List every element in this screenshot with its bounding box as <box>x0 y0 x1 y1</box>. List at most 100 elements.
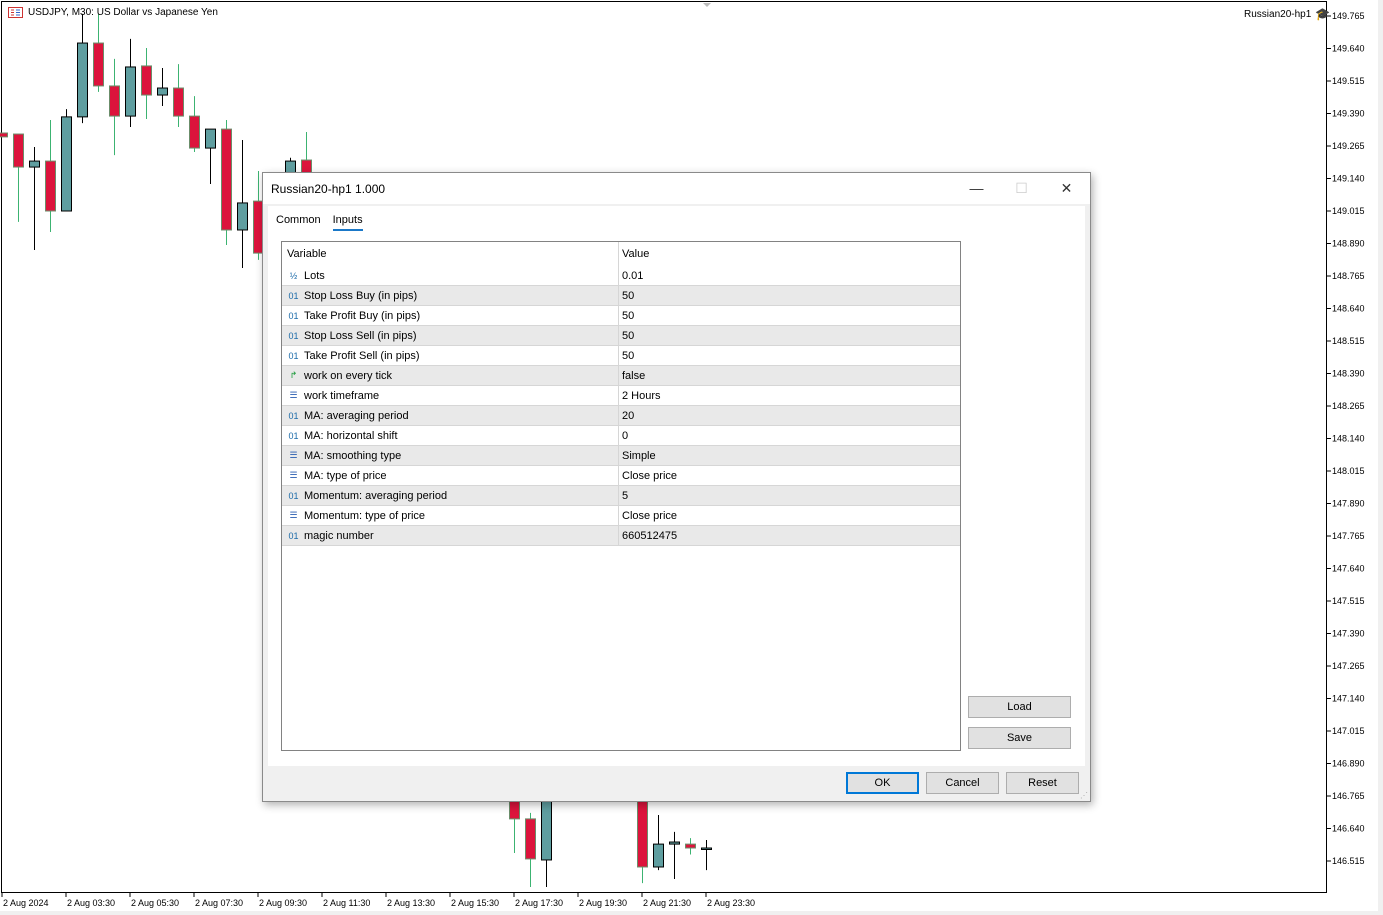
reset-button[interactable]: Reset <box>1006 772 1079 794</box>
value-cell[interactable]: Simple <box>619 450 656 462</box>
time-tick-label: 2 Aug 05:30 <box>131 898 179 908</box>
price-tick-label: 149.640 <box>1332 44 1365 54</box>
variable-name: MA: smoothing type <box>304 449 402 462</box>
table-row[interactable]: 01 MA: averaging period 20 <box>282 406 960 426</box>
int-type-icon: 01 <box>288 490 299 501</box>
price-tick-label: 146.515 <box>1332 856 1365 866</box>
value-cell[interactable]: Close price <box>619 470 677 482</box>
variable-cell: ☰ Momentum: type of price <box>282 506 619 525</box>
table-row[interactable]: ½ Lots 0.01 <box>282 266 960 286</box>
price-tick-label: 148.765 <box>1332 271 1365 281</box>
bull-candle <box>653 843 664 868</box>
ok-button[interactable]: OK <box>846 772 919 794</box>
price-tick-label: 147.765 <box>1332 531 1365 541</box>
chart-title: USDJPY, M30: US Dollar vs Japanese Yen <box>8 7 218 18</box>
column-header-value[interactable]: Value <box>619 248 649 260</box>
bull-candle <box>61 116 72 212</box>
table-row[interactable]: 01 Take Profit Buy (in pips) 50 <box>282 306 960 326</box>
chart-symbol-label: USDJPY, M30: US Dollar vs Japanese Yen <box>28 7 218 18</box>
time-tick-label: 2 Aug 19:30 <box>579 898 627 908</box>
scrollbar[interactable] <box>1378 0 1383 915</box>
tab-inputs[interactable]: Inputs <box>332 214 363 231</box>
price-tick-label: 148.265 <box>1332 401 1365 411</box>
price-tick-label: 149.765 <box>1332 11 1365 21</box>
variable-name: Momentum: averaging period <box>304 489 448 502</box>
value-cell[interactable]: 50 <box>619 290 634 302</box>
table-row[interactable]: 01 MA: horizontal shift 0 <box>282 426 960 446</box>
price-tick-label: 148.640 <box>1332 304 1365 314</box>
value-cell[interactable]: 50 <box>619 350 634 362</box>
bull-candle <box>669 841 680 845</box>
bear-candle <box>221 128 232 231</box>
table-row[interactable]: ☰ Momentum: type of price Close price <box>282 506 960 526</box>
bool-type-icon: ↱ <box>289 370 298 380</box>
table-row[interactable]: 01 magic number 660512475 <box>282 526 960 546</box>
variable-name: MA: horizontal shift <box>304 429 398 442</box>
save-button[interactable]: Save <box>968 727 1071 749</box>
maximize-button[interactable]: ☐ <box>999 173 1044 203</box>
price-tick-label: 147.890 <box>1332 499 1365 509</box>
time-tick-label: 2 Aug 23:30 <box>707 898 755 908</box>
price-tick-label: 146.890 <box>1332 759 1365 769</box>
price-tick-label: 148.515 <box>1332 336 1365 346</box>
variable-cell: 01 Take Profit Buy (in pips) <box>282 306 619 325</box>
variable-name: MA: averaging period <box>304 409 409 422</box>
variable-name: MA: type of price <box>304 469 387 482</box>
int-type-icon: 01 <box>288 430 299 441</box>
table-row[interactable]: 01 Stop Loss Sell (in pips) 50 <box>282 326 960 346</box>
variable-cell: 01 magic number <box>282 526 619 545</box>
int-type-icon: 01 <box>288 350 299 361</box>
table-row[interactable]: 01 Momentum: averaging period 5 <box>282 486 960 506</box>
bull-candle <box>205 128 216 149</box>
table-row[interactable]: ↱ work on every tick false <box>282 366 960 386</box>
table-row[interactable]: 01 Stop Loss Buy (in pips) 50 <box>282 286 960 306</box>
value-cell[interactable]: 0 <box>619 430 628 442</box>
dialog-titlebar[interactable]: Russian20-hp1 1.000 — ☐ ✕ <box>263 173 1090 204</box>
dialog-panel: Common Inputs Variable Value ½ Lots 0.01 01… <box>268 206 1085 766</box>
value-cell[interactable]: 2 Hours <box>619 390 661 402</box>
cancel-button[interactable]: Cancel <box>926 772 999 794</box>
bull-candle <box>237 202 248 231</box>
load-button[interactable]: Load <box>968 696 1071 718</box>
minimize-button[interactable]: — <box>954 173 999 203</box>
price-tick-label: 148.140 <box>1332 434 1365 444</box>
column-header-variable[interactable]: Variable <box>287 248 327 260</box>
int-type-icon: 01 <box>288 310 299 321</box>
ea-properties-dialog: Russian20-hp1 1.000 — ☐ ✕ Common Inputs … <box>262 172 1091 802</box>
bull-candle <box>125 66 136 117</box>
time-tick-label: 2 Aug 17:30 <box>515 898 563 908</box>
int-type-icon: 01 <box>288 330 299 341</box>
resize-grip-icon[interactable]: ⋰ <box>1080 791 1088 800</box>
expert-advisor-label[interactable]: Russian20-hp1 🎓 <box>1244 7 1330 21</box>
price-tick-label: 147.640 <box>1332 564 1365 574</box>
enum-type-icon: ☰ <box>289 470 298 480</box>
table-row[interactable]: ☰ MA: type of price Close price <box>282 466 960 486</box>
variable-cell: ☰ work timeframe <box>282 386 619 405</box>
time-tick-label: 2 Aug 09:30 <box>259 898 307 908</box>
time-tick-label: 2 Aug 07:30 <box>195 898 243 908</box>
price-tick-label: 146.765 <box>1332 791 1365 801</box>
table-row[interactable]: ☰ MA: smoothing type Simple <box>282 446 960 466</box>
table-row[interactable]: ☰ work timeframe 2 Hours <box>282 386 960 406</box>
value-cell[interactable]: 0.01 <box>619 270 643 282</box>
value-cell[interactable]: false <box>619 370 645 382</box>
variable-cell: 01 MA: averaging period <box>282 406 619 425</box>
chart-shift-marker-icon[interactable] <box>703 3 711 7</box>
value-cell[interactable]: 20 <box>619 410 634 422</box>
bull-candle <box>77 42 88 118</box>
close-button[interactable]: ✕ <box>1044 173 1089 203</box>
bottom-border <box>0 911 1383 915</box>
int-type-icon: 01 <box>288 410 299 421</box>
value-cell[interactable]: 50 <box>619 310 634 322</box>
tab-common[interactable]: Common <box>276 214 321 231</box>
table-row[interactable]: 01 Take Profit Sell (in pips) 50 <box>282 346 960 366</box>
bear-candle <box>525 818 536 860</box>
value-cell[interactable]: 660512475 <box>619 530 677 542</box>
value-cell[interactable]: 5 <box>619 490 628 502</box>
variable-name: Take Profit Buy (in pips) <box>304 309 421 322</box>
value-cell[interactable]: Close price <box>619 510 677 522</box>
price-tick-label: 149.140 <box>1332 174 1365 184</box>
price-tick-label: 149.390 <box>1332 109 1365 119</box>
value-cell[interactable]: 50 <box>619 330 634 342</box>
variable-name: work timeframe <box>304 389 380 402</box>
